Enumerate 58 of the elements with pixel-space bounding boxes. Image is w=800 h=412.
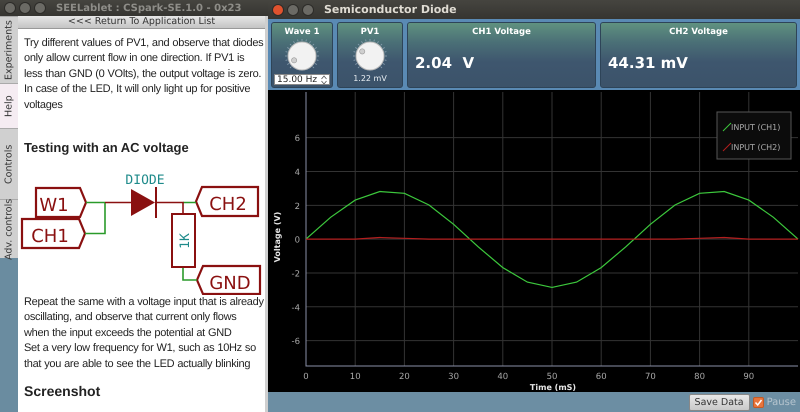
- y-axis-label: Voltage (V): [273, 212, 282, 262]
- voltage-reading: 1.22 mV: [353, 74, 387, 83]
- legend-label: INPUT (CH1): [731, 123, 780, 132]
- help-paragraph: Try different values of PV1, and observe that diodes only allow current flow in one direction. If PV1 is less than GND (0 VOlts), the output voltage is zero.: [24, 36, 264, 82]
- y-tick-label: -6: [292, 337, 300, 348]
- frequency-spinbox[interactable]: 15.00 Hz: [274, 74, 330, 85]
- maximize-icon[interactable]: [302, 4, 314, 16]
- voltage-reading: 2.04 V: [415, 54, 476, 72]
- window-title: SEELablet : CSpark-SE.1.0 - 0x23: [56, 2, 242, 14]
- y-tick-label: -2: [292, 269, 300, 280]
- x-tick-label: 70: [644, 372, 656, 382]
- port-label: GND: [209, 273, 251, 294]
- x-axis-label: Time (mS): [530, 383, 576, 392]
- y-tick-label: -4: [292, 303, 300, 314]
- card-title: Wave 1: [284, 27, 320, 37]
- card-title: CH2 Voltage: [668, 27, 729, 37]
- y-tick-label: 2: [294, 202, 300, 212]
- side-tab[interactable]: Help: [0, 83, 18, 128]
- help-paragraph: Repeat the same with a voltage input that is already oscillating, and observe that current only flows when the input exceeds the potential at GND: [24, 295, 264, 341]
- spin-arrows-icon[interactable]: [321, 74, 327, 84]
- x-tick-label: 20: [398, 372, 410, 382]
- section-heading: Screenshot: [24, 383, 102, 400]
- return-link-bar[interactable]: <<< Return To Application List: [18, 16, 265, 29]
- help-paragraph: Set a very low frequency for W1, such as 10Hz so that you are able to see the LED actually blinking: [24, 341, 257, 372]
- side-tab[interactable]: Controls: [0, 128, 18, 199]
- card-title: PV1: [360, 27, 380, 37]
- pause-checkbox[interactable]: [752, 396, 764, 408]
- section-heading: Testing with an AC voltage: [24, 140, 190, 156]
- card-title: CH1 Voltage: [471, 27, 532, 37]
- x-tick-label: 0: [303, 372, 309, 382]
- x-tick-label: 90: [743, 372, 754, 382]
- y-tick-label: 0: [294, 236, 300, 246]
- x-tick-label: 40: [497, 372, 508, 382]
- port-label: W1: [39, 195, 69, 216]
- diode-label: DIODE: [125, 173, 165, 188]
- x-tick-label: 60: [596, 372, 607, 382]
- x-tick-label: 30: [448, 372, 460, 382]
- help-paragraph: In case of the LED, It will only light up for positive voltages: [24, 82, 252, 113]
- close-icon[interactable]: [272, 4, 284, 16]
- y-tick-label: 6: [294, 134, 300, 144]
- port-label: CH2: [209, 194, 247, 216]
- pause-label: Pause: [766, 396, 796, 408]
- minimize-icon[interactable]: [287, 4, 299, 16]
- maximize-icon[interactable]: [34, 2, 46, 14]
- save-data-button[interactable]: Save Data: [688, 394, 750, 410]
- legend-label: INPUT (CH2): [731, 143, 780, 152]
- voltage-reading: 44.31 mV: [608, 54, 689, 72]
- x-tick-label: 50: [546, 372, 558, 382]
- x-tick-label: 10: [350, 372, 361, 382]
- port-label: CH1: [31, 226, 69, 248]
- window-title: Semiconductor Diode: [324, 3, 457, 16]
- close-icon[interactable]: [4, 2, 16, 14]
- y-tick-label: 4: [294, 168, 300, 178]
- x-tick-label: 80: [694, 372, 706, 382]
- side-tab[interactable]: Adv. controls: [0, 199, 18, 258]
- minimize-icon[interactable]: [19, 2, 31, 14]
- resistor-label: 1K: [178, 233, 193, 249]
- side-tab[interactable]: Experiments: [0, 16, 18, 83]
